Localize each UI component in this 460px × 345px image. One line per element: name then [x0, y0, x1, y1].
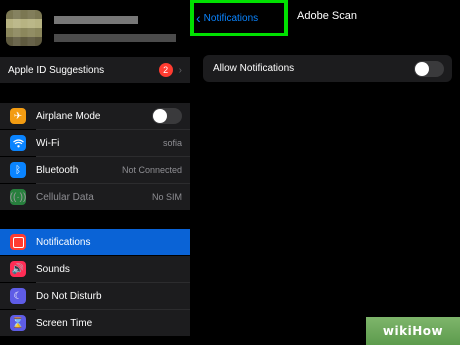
wifi-icon [10, 135, 26, 151]
cellular-status-value: No SIM [151, 192, 182, 202]
airplane-icon: ✈ [10, 108, 26, 124]
sidebar-item-label: Screen Time [36, 317, 93, 329]
airplane-mode-toggle[interactable] [152, 108, 182, 124]
sidebar-item-bluetooth[interactable]: ᛒ Bluetooth Not Connected [0, 157, 190, 183]
detail-pane: ‹ Notifications Adobe Scan Allow Notific… [190, 0, 460, 345]
page-title: Adobe Scan [297, 10, 357, 22]
hourglass-icon: ⌛ [10, 315, 26, 331]
sounds-icon: 🔊 [10, 261, 26, 277]
sidebar-item-do-not-disturb[interactable]: ☾ Do Not Disturb [0, 283, 190, 309]
sidebar-item-label: Wi-Fi [36, 137, 60, 149]
avatar [6, 10, 42, 46]
bluetooth-status-value: Not Connected [121, 165, 182, 175]
notification-badge: 2 [158, 63, 173, 77]
allow-notifications-label: Allow Notifications [213, 63, 295, 74]
sidebar-item-cellular-data[interactable]: ((·)) Cellular Data No SIM [0, 184, 190, 210]
sidebar-item-screen-time[interactable]: ⌛ Screen Time [0, 310, 190, 336]
back-button-highlight: ‹ Notifications [190, 0, 288, 36]
wifi-network-value: sofia [162, 138, 182, 148]
sidebar-item-label: Cellular Data [36, 191, 94, 203]
watermark-logo: wikiHow [366, 317, 460, 345]
sidebar-item-label: Sounds [36, 263, 70, 275]
allow-notifications-row[interactable]: Allow Notifications [203, 55, 452, 82]
chevron-right-icon: › [178, 64, 182, 76]
apple-id-suggestions-label: Apple ID Suggestions [8, 64, 105, 76]
sidebar-item-label: Bluetooth [36, 164, 79, 176]
sidebar-item-wifi[interactable]: Wi-Fi sofia [0, 130, 190, 156]
cellular-icon: ((·)) [10, 189, 26, 205]
settings-sidebar: Apple ID Suggestions 2 › ✈ Airplane Mode… [0, 0, 190, 345]
notifications-icon [10, 234, 26, 250]
chevron-left-icon: ‹ [196, 10, 201, 26]
sidebar-item-notifications[interactable]: Notifications [0, 229, 190, 255]
sidebar-item-airplane-mode[interactable]: ✈ Airplane Mode [0, 103, 190, 129]
back-button[interactable]: ‹ Notifications [194, 3, 284, 33]
profile-header[interactable] [0, 0, 190, 52]
profile-name-blurred [54, 16, 138, 24]
sidebar-item-label: Notifications [36, 236, 91, 248]
notification-square-shape [12, 236, 24, 248]
toggle-knob [415, 61, 429, 76]
back-button-label: Notifications [203, 12, 259, 24]
moon-icon: ☾ [10, 288, 26, 304]
toggle-knob [153, 109, 167, 123]
sidebar-item-label: Do Not Disturb [36, 290, 102, 302]
sidebar-item-sounds[interactable]: 🔊 Sounds [0, 256, 190, 282]
bluetooth-icon: ᛒ [10, 162, 26, 178]
sidebar-item-label: Airplane Mode [36, 110, 101, 122]
allow-notifications-toggle[interactable] [414, 60, 444, 77]
apple-id-suggestions-row[interactable]: Apple ID Suggestions 2 › [0, 57, 190, 83]
profile-subtitle-blurred [54, 34, 176, 42]
